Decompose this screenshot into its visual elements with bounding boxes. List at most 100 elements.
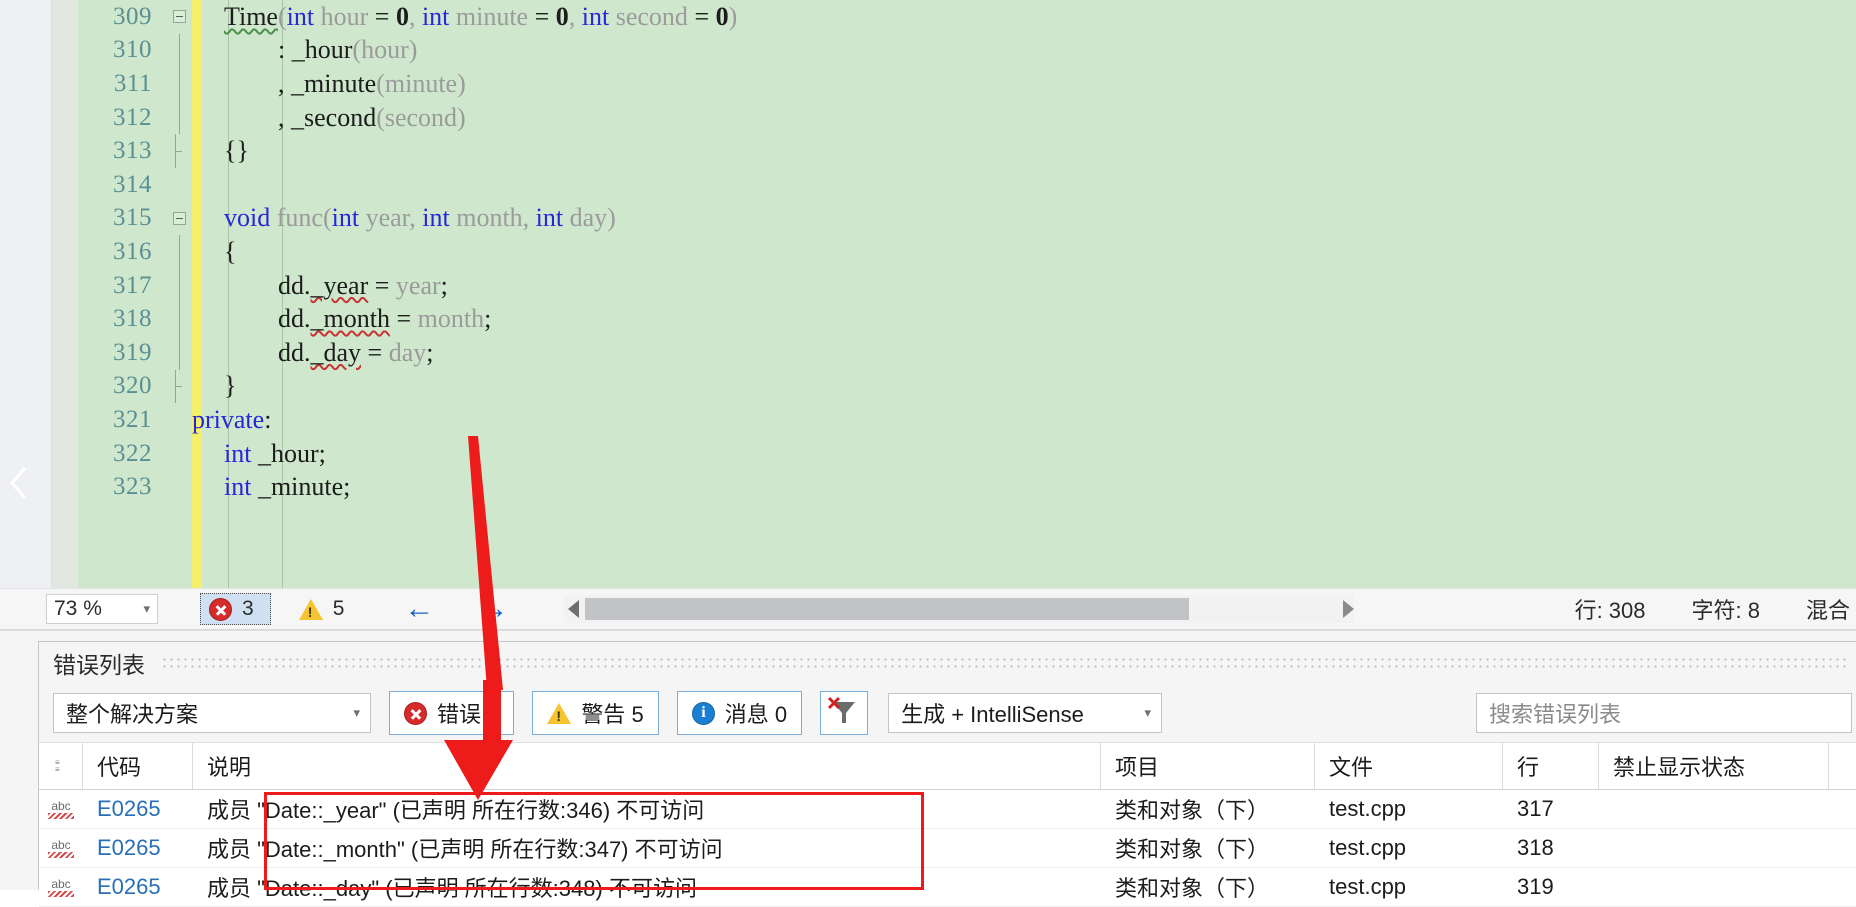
sort-indicator-icon: ≡ ≡: [55, 758, 60, 774]
scroll-left-icon[interactable]: [568, 600, 580, 618]
column-header-code[interactable]: 代码: [83, 743, 193, 789]
fold-spacer: [166, 335, 192, 370]
cell-suppression: [1599, 829, 1829, 867]
navigate-forward-icon[interactable]: →: [478, 594, 508, 624]
cell-project: 类和对象（下）: [1115, 876, 1270, 901]
column-header-project[interactable]: 项目: [1101, 743, 1315, 789]
cell-code[interactable]: E0265: [83, 868, 193, 906]
code-line[interactable]: 323 int _minute;: [78, 470, 1856, 504]
cell-suppression: [1599, 868, 1829, 906]
errors-toggle-button[interactable]: 错误 3: [389, 691, 515, 735]
fold-spacer: [166, 302, 192, 336]
code-line[interactable]: 314: [78, 168, 1856, 202]
horizontal-scrollbar[interactable]: [564, 595, 1355, 623]
errors-toggle-label: 错误 3: [437, 702, 500, 727]
warning-count-value: 5: [332, 597, 345, 620]
fold-spacer: [166, 67, 192, 101]
code-line[interactable]: 311 , _minute(minute): [78, 67, 1856, 101]
line-number: 322: [113, 439, 152, 467]
column-header-line[interactable]: 行: [1503, 743, 1599, 789]
drag-grip[interactable]: [161, 656, 1846, 670]
fold-spacer: [166, 235, 192, 269]
zoom-level-value: 73 %: [54, 597, 102, 620]
editor-breakpoint-margin[interactable]: [52, 0, 78, 588]
navigate-back-icon[interactable]: ←: [404, 594, 434, 624]
scope-filter-combobox[interactable]: 整个解决方案 ▾: [53, 693, 371, 733]
code-line[interactable]: 320 }: [78, 369, 1856, 404]
code-line[interactable]: 313 {}: [78, 134, 1856, 168]
cell-project: 类和对象（下）: [1115, 837, 1270, 862]
row-icon: abc: [39, 790, 83, 828]
line-indicator: 行: 308: [1574, 598, 1646, 623]
cell-code[interactable]: E0265: [83, 790, 193, 828]
line-number: 317: [113, 271, 152, 299]
column-header-file[interactable]: 文件: [1315, 743, 1503, 789]
fold-spacer: [166, 100, 192, 135]
row-icon: abc: [39, 868, 83, 906]
code-line-text: {: [224, 236, 237, 266]
scrollbar-thumb[interactable]: [585, 598, 1190, 620]
fold-toggle[interactable]: [166, 0, 192, 34]
code-line-text: {}: [224, 136, 249, 166]
fold-toggle[interactable]: [166, 202, 192, 236]
code-line[interactable]: 317 dd._year = year;: [78, 268, 1856, 303]
table-row[interactable]: abc E0265 成员 "Date::_year" (已声明 所在行数:346…: [39, 790, 1856, 829]
line-number: 320: [113, 372, 152, 400]
line-number: 318: [113, 305, 152, 333]
panel-title: 错误列表: [53, 652, 145, 678]
line-number: 314: [113, 170, 152, 198]
error-list-titlebar[interactable]: 错误列表: [39, 642, 1856, 684]
line-number: 319: [113, 338, 152, 366]
code-line[interactable]: 315 void func(int year, int month, int d…: [78, 202, 1856, 236]
error-list-frame: 错误列表 整个解决方案 ▾ 错误 3 警告 5 消息 0: [38, 641, 1856, 907]
editor-text-surface[interactable]: 309 Time(int hour = 0, int minute = 0, i…: [78, 0, 1856, 588]
search-error-list-input[interactable]: 搜索错误列表: [1476, 693, 1852, 733]
column-header-suppression[interactable]: 禁止显示状态: [1599, 743, 1829, 789]
column-header-description[interactable]: 说明: [193, 743, 1101, 789]
code-line[interactable]: 309 Time(int hour = 0, int minute = 0, i…: [78, 0, 1856, 34]
error-icon: [209, 597, 232, 621]
messages-toggle-label: 消息 0: [724, 702, 788, 727]
chevron-down-icon: ▾: [143, 601, 150, 616]
build-filter-combobox[interactable]: 生成 + IntelliSense ▾: [888, 693, 1163, 733]
cell-project: 类和对象（下）: [1115, 798, 1270, 823]
line-number: 323: [113, 473, 152, 501]
table-row[interactable]: abc E0265 成员 "Date::_day" (已声明 所在行数:348)…: [39, 868, 1856, 907]
code-editor[interactable]: 309 Time(int hour = 0, int minute = 0, i…: [0, 0, 1856, 588]
warnings-toggle-button[interactable]: 警告 5: [532, 691, 659, 735]
code-line[interactable]: 322 int _hour;: [78, 437, 1856, 471]
abc-squiggle-icon: abc: [44, 839, 78, 858]
warning-count-indicator[interactable]: 5: [293, 597, 351, 621]
scroll-right-icon[interactable]: [1343, 600, 1355, 618]
zoom-level-combobox[interactable]: 73 % ▾: [46, 594, 158, 624]
cell-code[interactable]: E0265: [83, 829, 193, 867]
error-grid-body: abc E0265 成员 "Date::_year" (已声明 所在行数:346…: [39, 790, 1856, 907]
cell-description: 成员 "Date::_year" (已声明 所在行数:346) 不可访问: [207, 798, 705, 823]
svg-text:≡: ≡: [55, 765, 60, 774]
editor-status-bar: 73 % ▾ 3 5 ← → 行: 308 字符: 8 混合: [0, 588, 1856, 630]
fold-spacer: [166, 134, 192, 168]
code-line[interactable]: 310 : _hour(hour): [78, 33, 1856, 68]
messages-toggle-button[interactable]: 消息 0: [676, 691, 803, 735]
search-placeholder: 搜索错误列表: [1489, 702, 1622, 727]
code-line[interactable]: 321 private:: [78, 403, 1856, 437]
code-line[interactable]: 319 dd._day = day;: [78, 335, 1856, 370]
error-list-panel: 错误列表 整个解决方案 ▾ 错误 3 警告 5 消息 0: [0, 630, 1856, 907]
code-line[interactable]: 318 dd._month = month;: [78, 302, 1856, 336]
code-line[interactable]: 316 {: [78, 235, 1856, 269]
code-line-text: , _second(second): [278, 102, 466, 132]
clear-filter-button[interactable]: [820, 691, 869, 735]
scrollbar-track[interactable]: [585, 598, 1280, 620]
build-filter-value: 生成 + IntelliSense: [901, 702, 1084, 727]
code-line-text: dd._day = day;: [278, 337, 434, 367]
table-row[interactable]: abc E0265 成员 "Date::_month" (已声明 所在行数:34…: [39, 829, 1856, 868]
code-line-text: }: [224, 371, 237, 401]
chevron-left-icon[interactable]: [8, 465, 30, 501]
error-count-indicator[interactable]: 3: [200, 593, 271, 625]
code-line[interactable]: 312 , _second(second): [78, 100, 1856, 135]
cell-line: 319: [1517, 874, 1554, 899]
column-header-icon[interactable]: ≡ ≡: [39, 743, 83, 789]
